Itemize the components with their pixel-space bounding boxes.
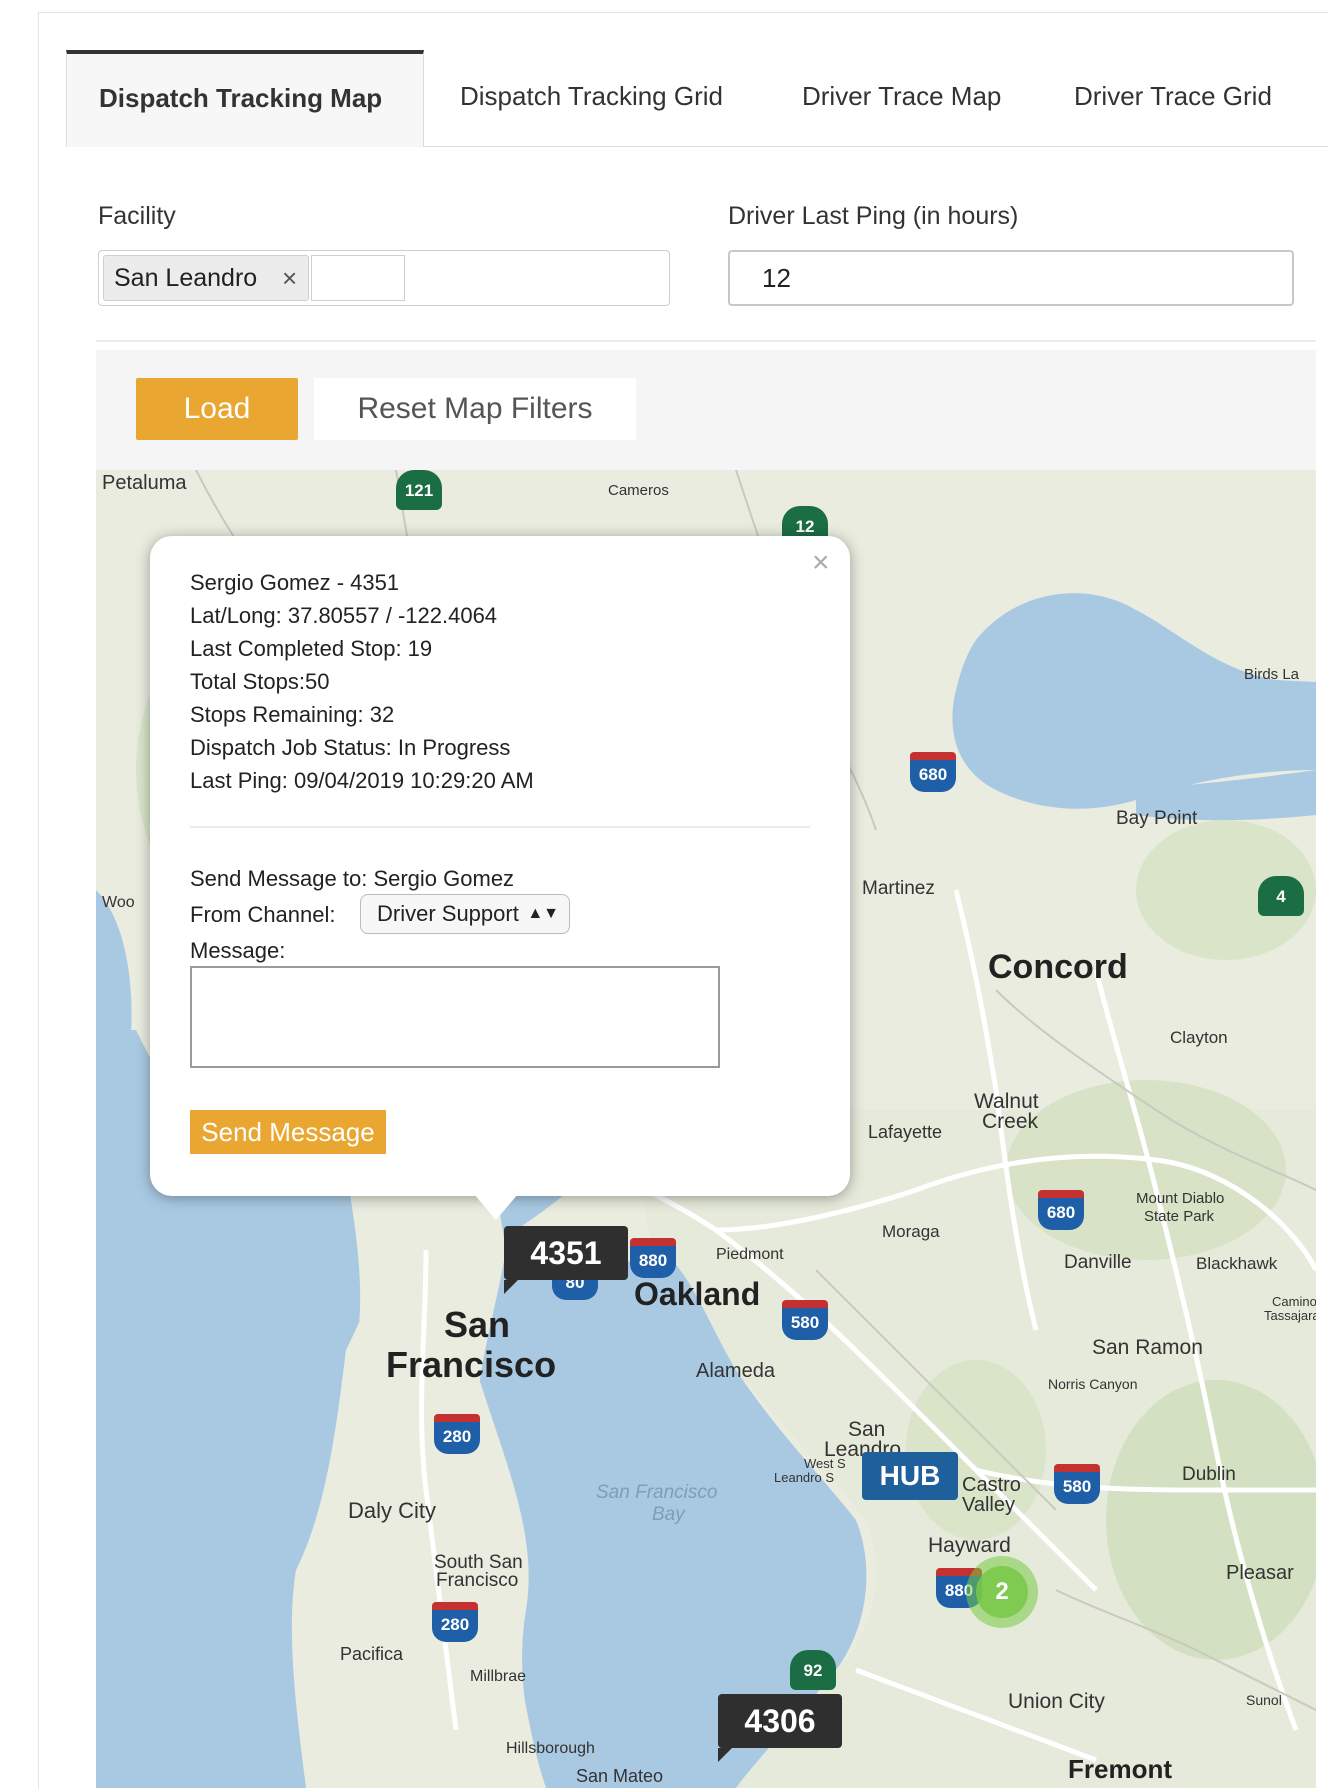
city-label: Leandro S (774, 1470, 834, 1485)
select-arrows-icon: ▲▼ (527, 905, 559, 922)
city-label: Moraga (882, 1222, 940, 1241)
route-shield: 4 (1258, 876, 1304, 916)
city-label: San Mateo (576, 1766, 664, 1786)
hub-marker[interactable]: HUB (862, 1452, 958, 1500)
interstate-shield: 280 (432, 1602, 478, 1642)
tab-bar: Dispatch Tracking Map Dispatch Tracking … (66, 50, 1328, 147)
city-label: Blackhawk (1196, 1254, 1278, 1273)
city-label: Daly City (348, 1498, 437, 1523)
water-label: Bay (652, 1504, 685, 1525)
send-message-button[interactable]: Send Message (190, 1110, 386, 1154)
total-stops: Total Stops:50 (190, 669, 330, 694)
city-label: Sunol (1246, 1692, 1282, 1708)
driver-marker-4351[interactable]: 4351 (504, 1226, 628, 1280)
city-label: Fremont (1068, 1754, 1172, 1784)
load-button[interactable]: Load (136, 378, 298, 440)
tab-dispatch-tracking-map[interactable]: Dispatch Tracking Map (66, 50, 424, 147)
city-label: Birds La (1244, 666, 1300, 683)
interstate-shield: 680 (910, 752, 956, 792)
popup-divider (190, 826, 810, 828)
city-label: Hayward (928, 1534, 1011, 1557)
facility-label: Facility (98, 202, 176, 230)
interstate-shield: 680 (1038, 1190, 1084, 1230)
city-label: Norris Canyon (1048, 1376, 1138, 1392)
city-label: Petaluma (102, 472, 187, 494)
interstate-shield: 580 (782, 1300, 828, 1340)
message-textarea[interactable] (190, 966, 720, 1068)
city-label: Lafayette (868, 1122, 943, 1142)
city-label: Hillsborough (506, 1740, 595, 1757)
chip-remove-icon[interactable]: × (282, 256, 297, 300)
city-label: Creek (982, 1110, 1039, 1133)
city-label: Woo (102, 894, 135, 911)
route-shield: 92 (790, 1650, 836, 1690)
city-label: San (444, 1304, 511, 1345)
facility-chip: San Leandro × (103, 255, 309, 301)
tab-driver-trace-grid[interactable]: Driver Trace Grid (1074, 50, 1272, 146)
city-label: Clayton (1170, 1028, 1228, 1047)
driver-marker-4306[interactable]: 4306 (718, 1694, 842, 1748)
city-label: Dublin (1182, 1464, 1236, 1485)
city-label: Francisco (436, 1570, 519, 1591)
last-completed-stop: Last Completed Stop: 19 (190, 636, 433, 661)
city-label: Pleasar (1226, 1562, 1294, 1584)
city-label: State Park (1144, 1208, 1215, 1225)
water-label: San Francisco (596, 1482, 718, 1503)
city-label: Francisco (386, 1344, 557, 1385)
divider (96, 340, 1316, 342)
city-label: Oakland (634, 1276, 761, 1312)
city-label: Camino (1272, 1294, 1316, 1309)
city-label: Martinez (862, 878, 935, 899)
ping-hours-input[interactable]: 12 (728, 250, 1294, 306)
channel-select[interactable]: Driver Support ▲▼ (360, 894, 570, 934)
city-label: San Ramon (1092, 1336, 1203, 1359)
city-label: Valley (962, 1494, 1015, 1516)
marker-pointer (504, 1280, 518, 1294)
cluster-count: 2 (976, 1566, 1028, 1618)
city-label: Millbrae (470, 1668, 527, 1685)
city-label: West S (804, 1456, 846, 1471)
stops-remaining: Stops Remaining: 32 (190, 702, 395, 727)
facility-search-input[interactable] (311, 255, 405, 301)
ping-label: Driver Last Ping (in hours) (728, 202, 1019, 230)
message-label: Message: (190, 938, 286, 963)
job-status: Dispatch Job Status: In Progress (190, 735, 511, 760)
tab-dispatch-tracking-grid[interactable]: Dispatch Tracking Grid (460, 50, 723, 146)
popup-pointer (474, 1194, 518, 1220)
city-label: Alameda (696, 1360, 775, 1382)
city-label: Piedmont (716, 1246, 784, 1263)
interstate-shield: 580 (1054, 1464, 1100, 1504)
marker-pointer (718, 1748, 732, 1762)
city-label: Cameros (608, 482, 669, 499)
city-label: Mount Diablo (1136, 1190, 1225, 1207)
driver-name-line: Sergio Gomez - 4351 (190, 570, 400, 595)
city-label: Concord (988, 948, 1128, 986)
channel-value: Driver Support (377, 901, 519, 926)
close-icon[interactable]: × (812, 546, 830, 580)
send-message-to: Send Message to: Sergio Gomez (190, 866, 515, 891)
route-shield: 121 (396, 470, 442, 510)
tab-driver-trace-map[interactable]: Driver Trace Map (802, 50, 1001, 146)
city-label: Tassajara (1264, 1308, 1316, 1323)
channel-label: From Channel: (190, 902, 336, 927)
interstate-shield: 280 (434, 1414, 480, 1454)
last-ping: Last Ping: 09/04/2019 10:29:20 AM (190, 768, 534, 793)
city-label: Bay Point (1116, 808, 1198, 829)
facility-chip-label: San Leandro (114, 264, 258, 292)
interstate-shield: 880 (630, 1238, 676, 1278)
driver-cluster-marker[interactable]: 2 (966, 1556, 1038, 1628)
city-label: Danville (1064, 1252, 1132, 1273)
reset-map-filters-button[interactable]: Reset Map Filters (314, 378, 636, 440)
latlong-line: Lat/Long: 37.80557 / -122.4064 (190, 603, 498, 628)
city-label: Union City (1008, 1690, 1105, 1713)
facility-field[interactable]: San Leandro × (98, 250, 670, 306)
city-label: Pacifica (340, 1644, 404, 1664)
